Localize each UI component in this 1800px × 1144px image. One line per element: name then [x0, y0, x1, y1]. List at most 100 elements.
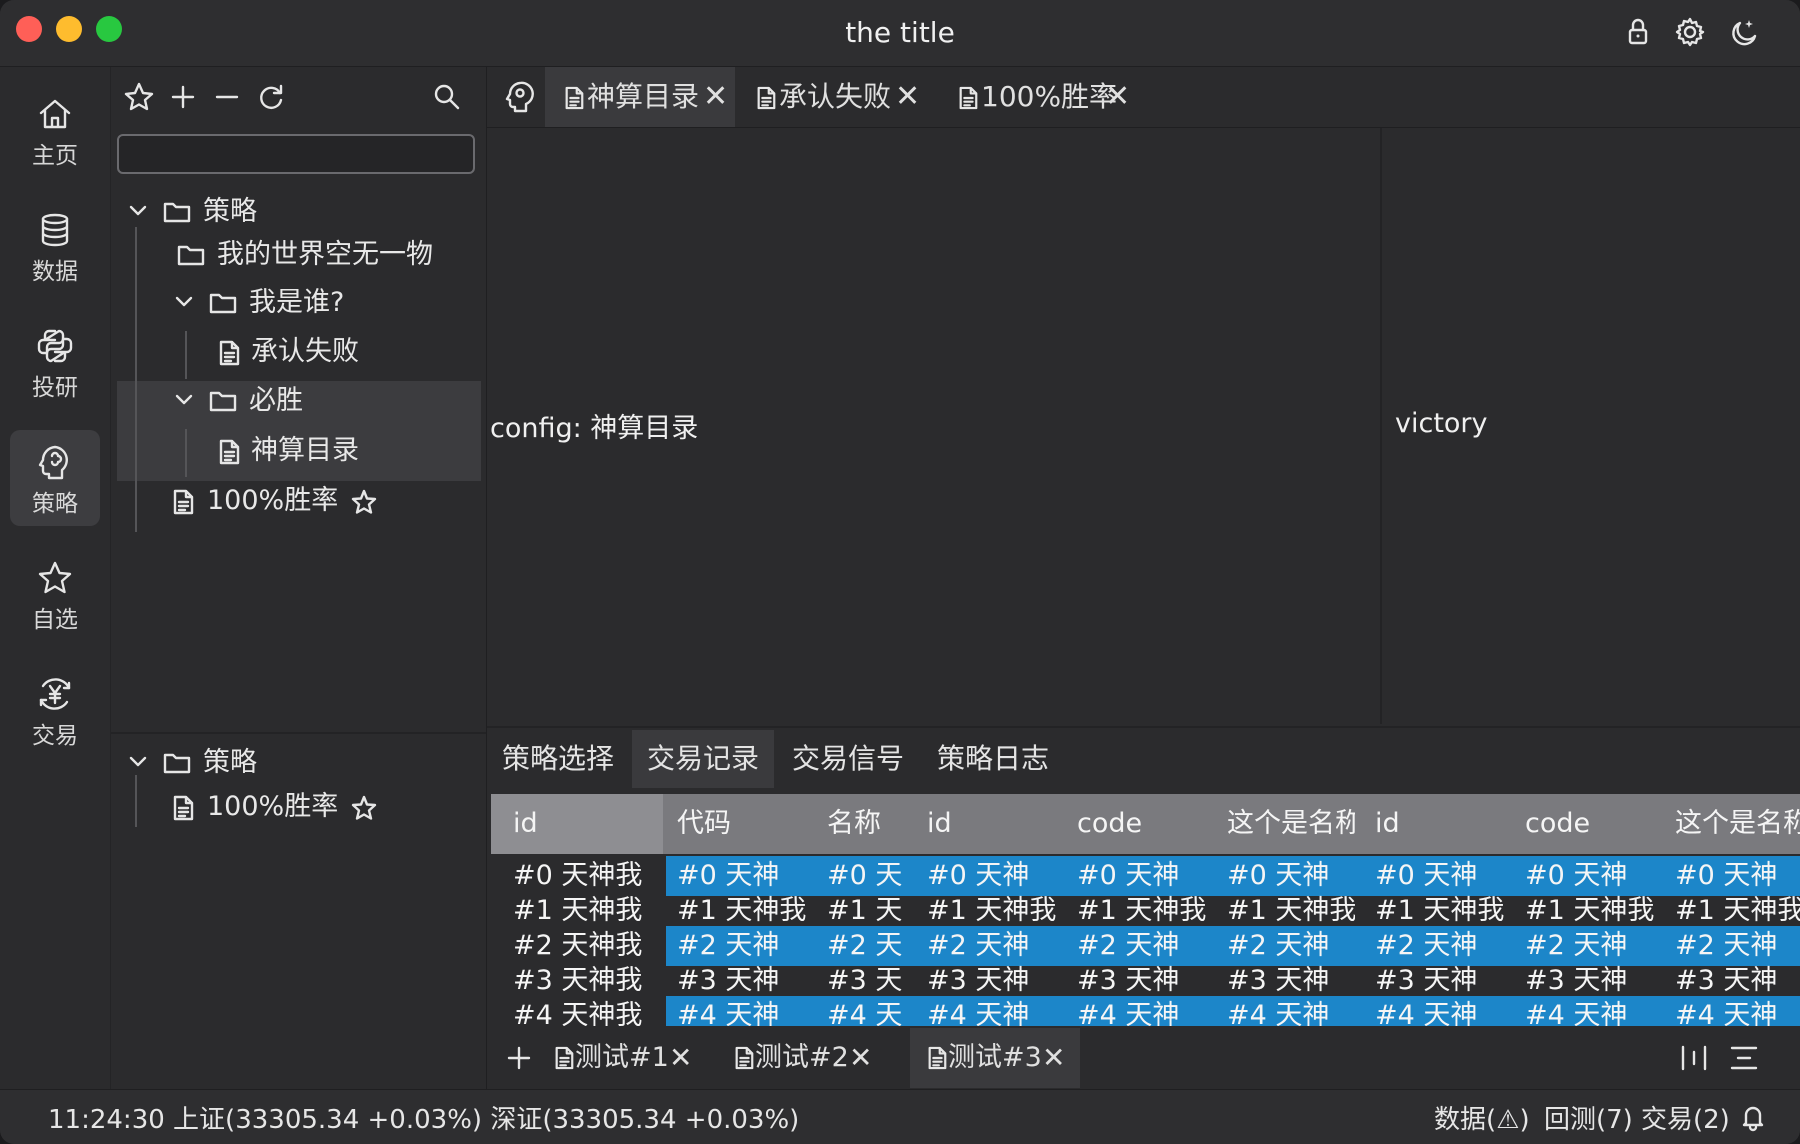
star-icon — [38, 561, 72, 594]
nav-watchlist[interactable]: 自选 — [10, 546, 100, 642]
ptab-strategy-log[interactable]: 策略日志 — [922, 730, 1064, 788]
lock-icon[interactable] — [1620, 14, 1656, 50]
clock: 11:24:30 — [48, 1105, 165, 1135]
column-header[interactable]: 代码 — [677, 794, 807, 854]
file-icon — [565, 86, 584, 110]
tree2-file-win-rate[interactable]: 100%胜率 — [111, 783, 486, 831]
add-icon[interactable] — [165, 79, 201, 115]
tree-file-admit-failure[interactable]: 承认失败 — [111, 328, 486, 376]
tree-label: 承认失败 — [251, 336, 359, 367]
table-cell: #2 天神 — [677, 930, 780, 961]
nav-strategy[interactable]: 策略 — [10, 430, 100, 526]
tree-folder-must-win[interactable]: 必胜 — [111, 377, 486, 425]
close-icon[interactable]: ✕ — [669, 1028, 692, 1088]
table-row[interactable]: #2 天神我 #2 天神 #2 天 #2 天神 #2 天神 #2 天神 #2 天神 #2 天神… — [491, 926, 1800, 966]
table-cell: #0 天神 — [1675, 860, 1778, 891]
table-cell: #2 天神 — [1375, 930, 1478, 961]
nav-strategy-label: 策略 — [32, 491, 78, 517]
ptab-trade-records[interactable]: 交易记录 — [632, 730, 775, 788]
status-trade[interactable]: 交易(2) — [1641, 1099, 1730, 1136]
favorite-star-icon[interactable] — [121, 79, 157, 115]
tree-folder-whoami[interactable]: 我是谁? — [111, 279, 486, 327]
nav-home-label: 主页 — [32, 143, 78, 169]
tab-admit-failure[interactable]: 承认失败 ✕ — [735, 67, 925, 127]
tree2-folder-strategy[interactable]: 策略 — [111, 739, 486, 787]
column-header[interactable]: 这个是名称 — [1227, 794, 1355, 854]
table-cell: #1 天神我 — [1675, 895, 1800, 926]
table-cell: #0 天 — [827, 860, 903, 891]
column-header[interactable]: 名称 — [827, 794, 907, 854]
tree-label: 我是谁? — [249, 287, 345, 318]
ptab-strategy-select[interactable]: 策略选择 — [487, 730, 629, 788]
file-icon — [928, 1046, 947, 1070]
file-icon — [555, 1046, 574, 1070]
column-header[interactable]: code — [1077, 794, 1207, 854]
nav-research[interactable]: 投研 — [10, 314, 100, 410]
nav-trade[interactable]: 交易 — [10, 662, 100, 758]
file-icon — [219, 439, 240, 465]
tree-folder-world[interactable]: 我的世界空无一物 — [111, 231, 486, 279]
table-row[interactable]: #1 天神我 #1 天神我 #1 天 #1 天神我 #1 天神我 #1 天神我 #1 天神我… — [491, 891, 1800, 931]
close-icon[interactable]: ✕ — [849, 1028, 872, 1088]
status-data[interactable]: 数据(⚠) — [1434, 1099, 1530, 1136]
trade-records-grid: id 代码 名称 id code 这个是名称 id code 这个是名称 #0 … — [491, 794, 1800, 1026]
table-row[interactable]: #3 天神我 #3 天神 #3 天 #3 天神 #3 天神 #3 天神 #3 天神 #3 天神… — [491, 961, 1800, 1001]
file-icon — [173, 489, 194, 515]
theme-moon-icon[interactable] — [1726, 14, 1762, 50]
window-title: the title — [845, 16, 955, 49]
brain-icon[interactable] — [503, 79, 537, 115]
tree-file-divine-catalog[interactable]: 神算目录 — [111, 427, 486, 475]
table-cell: #4 天神 — [1077, 1000, 1180, 1026]
folder-icon — [209, 293, 237, 314]
explorer-search-input[interactable] — [117, 134, 475, 174]
split-horizontal-icon[interactable] — [1727, 1042, 1761, 1074]
refresh-icon[interactable] — [253, 79, 289, 115]
column-header[interactable]: id — [491, 794, 663, 854]
editor-tab-bar: 神算目录 ✕ 承认失败 ✕ 100%胜率 ✕ — [487, 67, 1800, 128]
table-row[interactable]: #0 天神我 #0 天神 #0 天 #0 天神 #0 天神 #0 天神 #0 天神 #0 天神… — [491, 856, 1800, 896]
table-cell: #1 天神我 — [1375, 895, 1505, 926]
database-icon — [41, 213, 69, 247]
doc-tab-test2[interactable]: 测试#2 ✕ — [727, 1028, 877, 1088]
ptab-trade-signals[interactable]: 交易信号 — [777, 730, 919, 788]
close-icon[interactable]: ✕ — [1042, 1028, 1065, 1088]
tab-divine-catalog[interactable]: 神算目录 ✕ — [545, 67, 735, 127]
column-header[interactable]: id — [927, 794, 1057, 854]
column-header[interactable]: id — [1375, 794, 1505, 854]
yen-icon — [39, 678, 71, 710]
status-backtest[interactable]: 回测(7) — [1544, 1099, 1633, 1136]
file-icon — [959, 86, 978, 110]
split-vertical-icon[interactable] — [1677, 1042, 1711, 1074]
table-row[interactable]: #4 天神我 #4 天神 #4 天 #4 天神 #4 天神 #4 天神 #4 天神 #4 天神… — [491, 996, 1800, 1026]
nav-watchlist-label: 自选 — [32, 607, 78, 633]
add-icon[interactable] — [505, 1044, 533, 1072]
tab-win-rate[interactable]: 100%胜率 ✕ — [937, 67, 1137, 127]
doc-tab-test1[interactable]: 测试#1 ✕ — [547, 1028, 697, 1088]
explorer-panel: 策略 我的世界空无一物 我是谁? 承认失败 必胜 神算目录 100%胜率 策略 … — [111, 67, 487, 1089]
table-cell: #2 天神我 — [513, 930, 643, 961]
star-icon[interactable] — [351, 489, 377, 515]
explorer-toolbar — [111, 67, 486, 127]
gear-icon[interactable] — [1672, 14, 1708, 50]
app-window: the title 主页 数据 投研 策略 自选 交易 策略 我的世界空无一物 … — [0, 0, 1800, 1144]
table-cell: #2 天神 — [927, 930, 1030, 961]
nav-home[interactable]: 主页 — [10, 82, 100, 178]
search-icon[interactable] — [429, 79, 465, 115]
doc-tab-test3[interactable]: 测试#3 ✕ — [910, 1028, 1080, 1088]
table-cell: #4 天神我 — [513, 1000, 643, 1026]
column-header[interactable]: 这个是名称 — [1675, 794, 1800, 854]
bell-icon[interactable] — [1738, 1102, 1768, 1132]
market-ticker: 11:24:30 上证(33305.34 +0.03%) 深证(33305.34… — [48, 1099, 799, 1136]
config-pane: config: 神算目录 — [490, 128, 1382, 724]
remove-icon[interactable] — [209, 79, 245, 115]
tree-file-win-rate[interactable]: 100%胜率 — [111, 477, 486, 525]
nav-data[interactable]: 数据 — [10, 198, 100, 294]
tree-folder-strategy[interactable]: 策略 — [111, 188, 486, 236]
close-icon[interactable]: ✕ — [895, 67, 920, 127]
table-cell: #0 天神我 — [513, 860, 643, 891]
star-icon[interactable] — [351, 795, 377, 821]
close-icon[interactable]: ✕ — [703, 67, 728, 127]
column-header[interactable]: code — [1525, 794, 1655, 854]
close-icon[interactable]: ✕ — [1105, 67, 1130, 127]
grid-header: id 代码 名称 id code 这个是名称 id code 这个是名称 — [491, 794, 1800, 854]
